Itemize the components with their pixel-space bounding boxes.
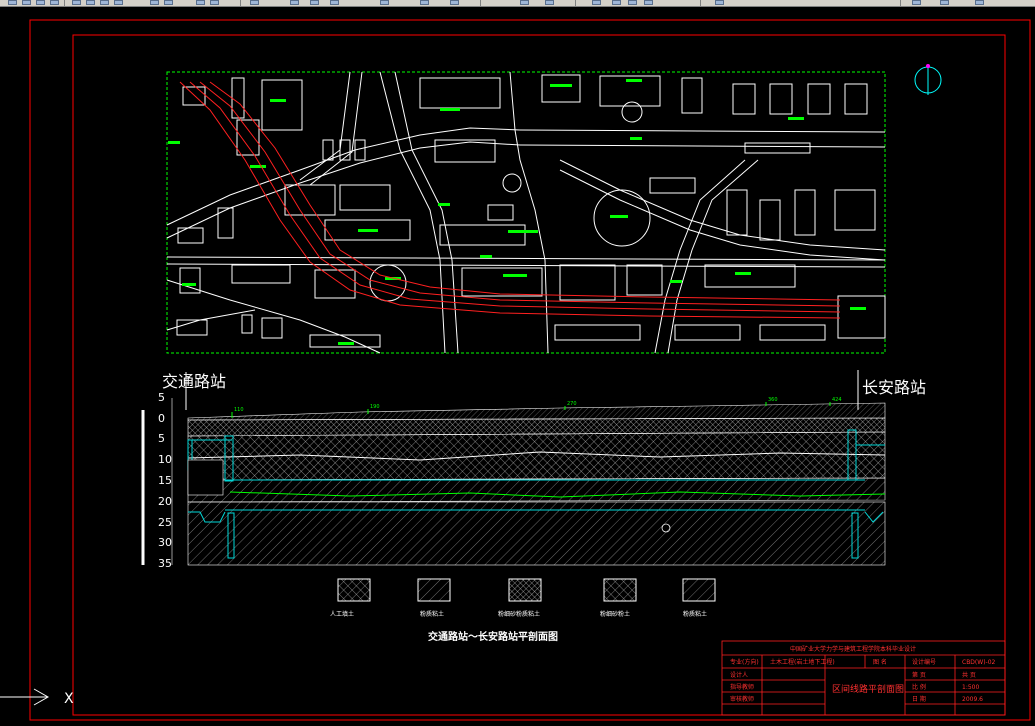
svg-text:X: X — [64, 691, 74, 707]
match-properties-icon[interactable] — [114, 0, 123, 5]
layer-state-icon[interactable] — [592, 0, 601, 5]
print-icon[interactable] — [50, 0, 59, 5]
svg-text:110: 110 — [234, 407, 244, 413]
svg-text:270: 270 — [567, 401, 577, 407]
svg-text:35: 35 — [158, 557, 172, 570]
svg-text:20: 20 — [158, 495, 172, 508]
svg-text:15: 15 — [158, 474, 172, 487]
station-right-label: 长安路站 — [862, 378, 926, 397]
plan-view — [166, 64, 942, 354]
title-block-text: 中国矿业大学力学与建筑工程学院本科毕业设计 专业(方向) 土木工程(岩土地下工程… — [730, 645, 996, 703]
open-file-icon[interactable] — [22, 0, 31, 5]
linetype-control-icon[interactable] — [940, 0, 949, 5]
station-left-label: 交通路站 — [162, 372, 226, 391]
lineweight-control-icon[interactable] — [975, 0, 984, 5]
pan-icon[interactable] — [196, 0, 205, 5]
north-arrow-icon — [914, 64, 942, 95]
svg-text:设计人: 设计人 — [730, 671, 748, 679]
help-icon[interactable] — [450, 0, 459, 5]
sun-icon[interactable] — [612, 0, 621, 5]
properties-icon[interactable] — [290, 0, 299, 5]
design-center-icon[interactable] — [310, 0, 319, 5]
svg-text:土木工程(岩土地下工程): 土木工程(岩土地下工程) — [770, 658, 835, 666]
svg-text:审核教师: 审核教师 — [730, 695, 754, 703]
style-icon[interactable] — [520, 0, 529, 5]
svg-text:区间线路平剖面图: 区间线路平剖面图 — [832, 683, 904, 695]
svg-text:2009.6: 2009.6 — [962, 696, 983, 703]
drawing-canvas[interactable]: 交通路站 长安路站 5 0 5 10 15 20 25 30 35 110 19… — [0, 6, 1035, 726]
undo-icon[interactable] — [150, 0, 159, 5]
legend: 人工填土 粉质粘土 粉细砂粉质粘土 粉细砂粉土 粉质粘土 — [330, 578, 716, 618]
svg-text:中国矿业大学力学与建筑工程学院本科毕业设计: 中国矿业大学力学与建筑工程学院本科毕业设计 — [790, 645, 916, 653]
svg-text:1:500: 1:500 — [962, 684, 979, 691]
svg-text:专业(方向): 专业(方向) — [730, 658, 759, 666]
svg-text:190: 190 — [370, 404, 380, 410]
copy-icon[interactable] — [86, 0, 95, 5]
svg-text:第 页: 第 页 — [912, 671, 926, 679]
soil-layers — [187, 402, 886, 566]
svg-text:0: 0 — [158, 412, 165, 425]
svg-text:25: 25 — [158, 516, 172, 529]
zoom-icon[interactable] — [210, 0, 219, 5]
svg-text:设计编号: 设计编号 — [912, 658, 936, 666]
svg-text:30: 30 — [158, 536, 172, 549]
profile-view: 交通路站 长安路站 5 0 5 10 15 20 25 30 35 110 19… — [141, 370, 926, 570]
ucs-icon: X — [0, 688, 74, 707]
color-swatch-icon[interactable] — [644, 0, 653, 5]
lock-icon[interactable] — [628, 0, 637, 5]
svg-text:粉质粘土: 粉质粘土 — [420, 610, 444, 618]
paste-icon[interactable] — [100, 0, 109, 5]
svg-text:5: 5 — [158, 391, 165, 404]
svg-text:日 期: 日 期 — [912, 695, 926, 703]
calculator-icon[interactable] — [420, 0, 429, 5]
svg-text:424: 424 — [832, 397, 842, 403]
svg-text:比 例: 比 例 — [912, 683, 926, 691]
svg-text:人工填土: 人工填土 — [330, 610, 354, 618]
svg-text:图 名: 图 名 — [873, 658, 887, 666]
dimension-style-icon[interactable] — [545, 0, 554, 5]
layer-icon[interactable] — [250, 0, 259, 5]
drawing-title: 交通路站～长安路站平剖面图 — [428, 630, 558, 643]
svg-text:粉细砂粉土: 粉细砂粉土 — [600, 610, 630, 618]
redo-icon[interactable] — [164, 0, 173, 5]
svg-text:粉细砂粉质粘土: 粉细砂粉质粘土 — [498, 610, 540, 618]
depth-axis: 5 0 5 10 15 20 25 30 35 — [158, 391, 173, 570]
markup-icon[interactable] — [380, 0, 389, 5]
layer-previous-icon[interactable] — [715, 0, 724, 5]
svg-text:CBD(W)-02: CBD(W)-02 — [962, 659, 996, 666]
tool-palette-icon[interactable] — [330, 0, 339, 5]
svg-text:粉质粘土: 粉质粘土 — [683, 610, 707, 618]
save-icon[interactable] — [36, 0, 45, 5]
svg-text:5: 5 — [158, 432, 165, 445]
svg-text:共 页: 共 页 — [962, 671, 976, 679]
svg-text:10: 10 — [158, 453, 172, 466]
svg-text:指导教师: 指导教师 — [730, 683, 754, 691]
new-file-icon[interactable] — [8, 0, 17, 5]
color-control-icon[interactable] — [912, 0, 921, 5]
cut-icon[interactable] — [72, 0, 81, 5]
svg-text:360: 360 — [768, 397, 778, 403]
